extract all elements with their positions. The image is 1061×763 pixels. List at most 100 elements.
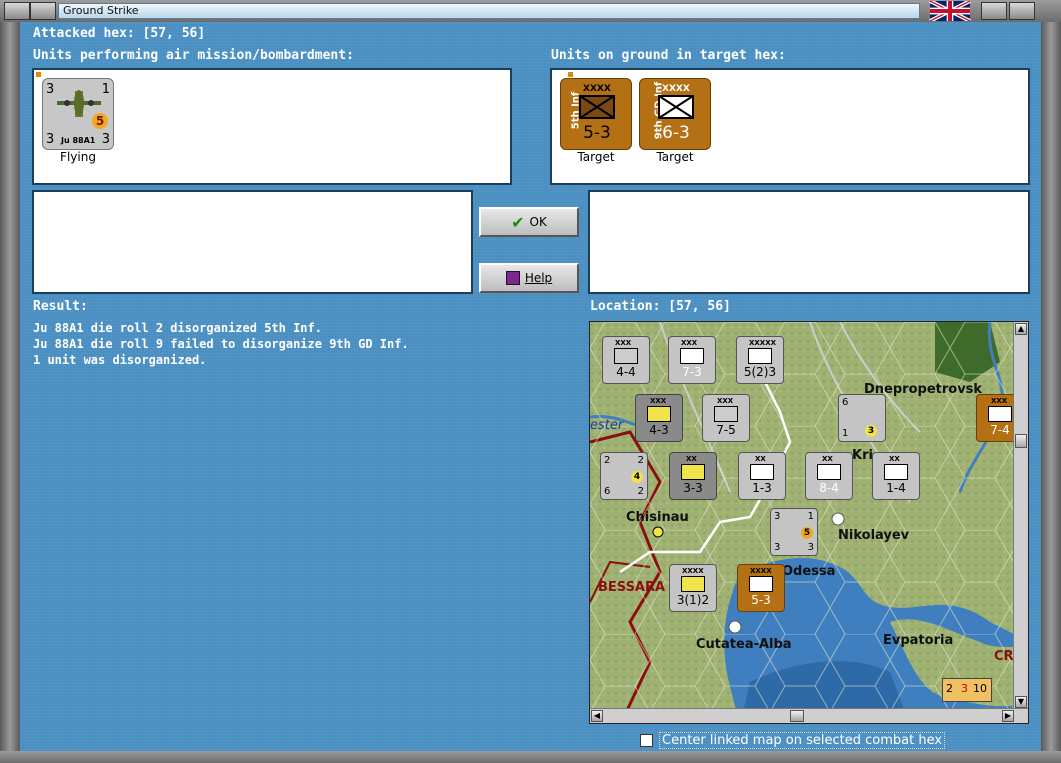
ground-unit-9th-gd-inf[interactable]: 9th GD Inf XXXX 6-3 (639, 78, 711, 150)
ground-units-label: Units on ground in target hex: (551, 48, 786, 63)
unit-symbol-icon (647, 406, 671, 422)
unit-value: 3 (961, 682, 968, 695)
unit-bottom-left-value: 3 (46, 132, 55, 147)
unit-size: XXXX (662, 84, 690, 94)
unit-strength: 7-3 (682, 365, 702, 379)
unit-symbol-icon (749, 576, 773, 592)
unit-strength: 7-5 (716, 423, 736, 437)
unit-size: XXXX (682, 567, 704, 575)
unit-symbol-icon (680, 348, 704, 364)
scroll-down-icon[interactable]: ▼ (1015, 696, 1027, 708)
map-counter[interactable]: XXXX 5-3 (737, 564, 785, 612)
title-bar: Ground Strike (0, 0, 1061, 24)
unit-strength: 3(1)2 (676, 593, 710, 607)
map-label-nikolayev: Nikolayev (838, 528, 910, 543)
unit-value: 3 (774, 511, 781, 522)
window-frame-right (1041, 22, 1061, 763)
scroll-right-icon[interactable]: ▶ (1002, 710, 1014, 722)
unit-status: Flying (60, 150, 96, 164)
unit-value: 2 (637, 486, 644, 497)
unit-size: XXX (991, 397, 1008, 405)
unit-marker-icon (568, 72, 573, 77)
map-air-counter[interactable]: 2 2 6 2 4 (600, 452, 648, 500)
unit-symbol-icon (750, 464, 774, 480)
scroll-left-icon[interactable]: ◀ (591, 710, 603, 722)
unit-size: XXXX (750, 567, 772, 575)
unit-size: XXX (717, 397, 734, 405)
map-counter[interactable]: XXX 4-3 (635, 394, 683, 442)
location-map[interactable]: Dnepropetrovsk Chisinau Nikolayev Odessa… (589, 321, 1029, 724)
scroll-thumb[interactable] (1015, 434, 1027, 448)
unit-strength: 1-3 (752, 481, 772, 495)
ok-label: OK (529, 215, 547, 229)
map-counter[interactable]: XXXX 3(1)2 (669, 564, 717, 612)
map-counter[interactable]: XX 3-3 (669, 452, 717, 500)
system-menu-button[interactable] (4, 2, 30, 20)
unit-strength: 1-4 (886, 481, 906, 495)
unit-size: XXX (681, 339, 698, 347)
unit-strength: 5-3 (751, 593, 771, 607)
unit-strength: 4-4 (616, 365, 636, 379)
map-corner-counter[interactable]: 2 3 10 (942, 678, 992, 702)
unit-size: XXX (650, 397, 667, 405)
unit-size: XX (889, 455, 900, 463)
unit-value: 3 (774, 542, 781, 553)
help-button[interactable]: Help (479, 263, 579, 293)
map-counter[interactable]: XX 1-3 (738, 452, 786, 500)
map-counter[interactable]: XXX 7-5 (702, 394, 750, 442)
maximize-button[interactable] (981, 2, 1007, 20)
air-detail-panel (32, 190, 473, 294)
close-button[interactable] (1009, 2, 1035, 20)
minimize-button[interactable] (30, 2, 56, 20)
map-vertical-scrollbar[interactable]: ▲ ▼ (1013, 322, 1028, 711)
air-units-label: Units performing air mission/bombardment… (33, 48, 354, 63)
map-counter[interactable]: XX 8-4 (805, 452, 853, 500)
uk-flag-icon (929, 1, 971, 21)
scroll-up-icon[interactable]: ▲ (1015, 323, 1027, 335)
unit-size: XX (755, 455, 766, 463)
unit-strength: 5-3 (583, 123, 611, 143)
unit-size: XXX (615, 339, 632, 347)
center-map-checkbox[interactable]: Center linked map on selected combat hex (640, 732, 946, 749)
air-badge: 3 (865, 425, 877, 437)
air-badge: 4 (631, 471, 643, 483)
unit-value: 1 (807, 511, 814, 522)
map-counter[interactable]: XXX 7-3 (668, 336, 716, 384)
ok-button[interactable]: ✔ OK (479, 207, 579, 237)
ground-units-panel: 5th Inf XXXX 5-3 Target 9th GD Inf XXXX … (550, 68, 1030, 185)
map-air-counter[interactable]: 6 1 3 (838, 394, 886, 442)
window-title: Ground Strike (58, 3, 920, 19)
unit-marker-icon (36, 72, 41, 77)
map-label-odessa: Odessa (782, 564, 836, 579)
scroll-thumb[interactable] (790, 710, 804, 722)
map-label-cutatea-alba: Cutatea-Alba (696, 637, 792, 652)
infantry-symbol-icon (579, 95, 615, 119)
air-badge: 5 (801, 527, 813, 539)
checkbox-icon[interactable] (640, 734, 653, 747)
unit-strength: 5(2)3 (743, 365, 777, 379)
unit-strength: 4-3 (649, 423, 669, 437)
unit-value: 10 (973, 682, 987, 695)
mission-badge: 5 (92, 113, 108, 129)
unit-strength: 6-3 (662, 123, 690, 143)
infantry-symbol-icon (658, 95, 694, 119)
map-air-counter[interactable]: 3 1 3 3 5 (770, 508, 818, 556)
ground-unit-5th-inf[interactable]: 5th Inf XXXX 5-3 (560, 78, 632, 150)
unit-value: 2 (604, 455, 611, 466)
map-counter[interactable]: XX 1-4 (872, 452, 920, 500)
unit-size: XX (686, 455, 697, 463)
map-label-evpatoria: Evpatoria (883, 633, 954, 648)
center-map-checkbox-label: Center linked map on selected combat hex (659, 732, 946, 749)
window-frame-left (0, 22, 20, 763)
unit-value: 3 (807, 542, 814, 553)
help-book-icon (505, 271, 520, 285)
unit-strength: 3-3 (683, 481, 703, 495)
air-unit-ju88a1[interactable]: 3 1 5 3 Ju 88A1 3 (42, 78, 114, 150)
result-line: Ju 88A1 die roll 2 disorganized 5th Inf. (33, 321, 322, 335)
unit-symbol-icon (681, 464, 705, 480)
unit-value: 1 (842, 428, 849, 439)
map-counter[interactable]: XXXXX 5(2)3 (736, 336, 784, 384)
map-counter[interactable]: XXX 4-4 (602, 336, 650, 384)
map-horizontal-scrollbar[interactable]: ◀ ▶ (590, 708, 1028, 723)
unit-status: Target (656, 150, 694, 164)
